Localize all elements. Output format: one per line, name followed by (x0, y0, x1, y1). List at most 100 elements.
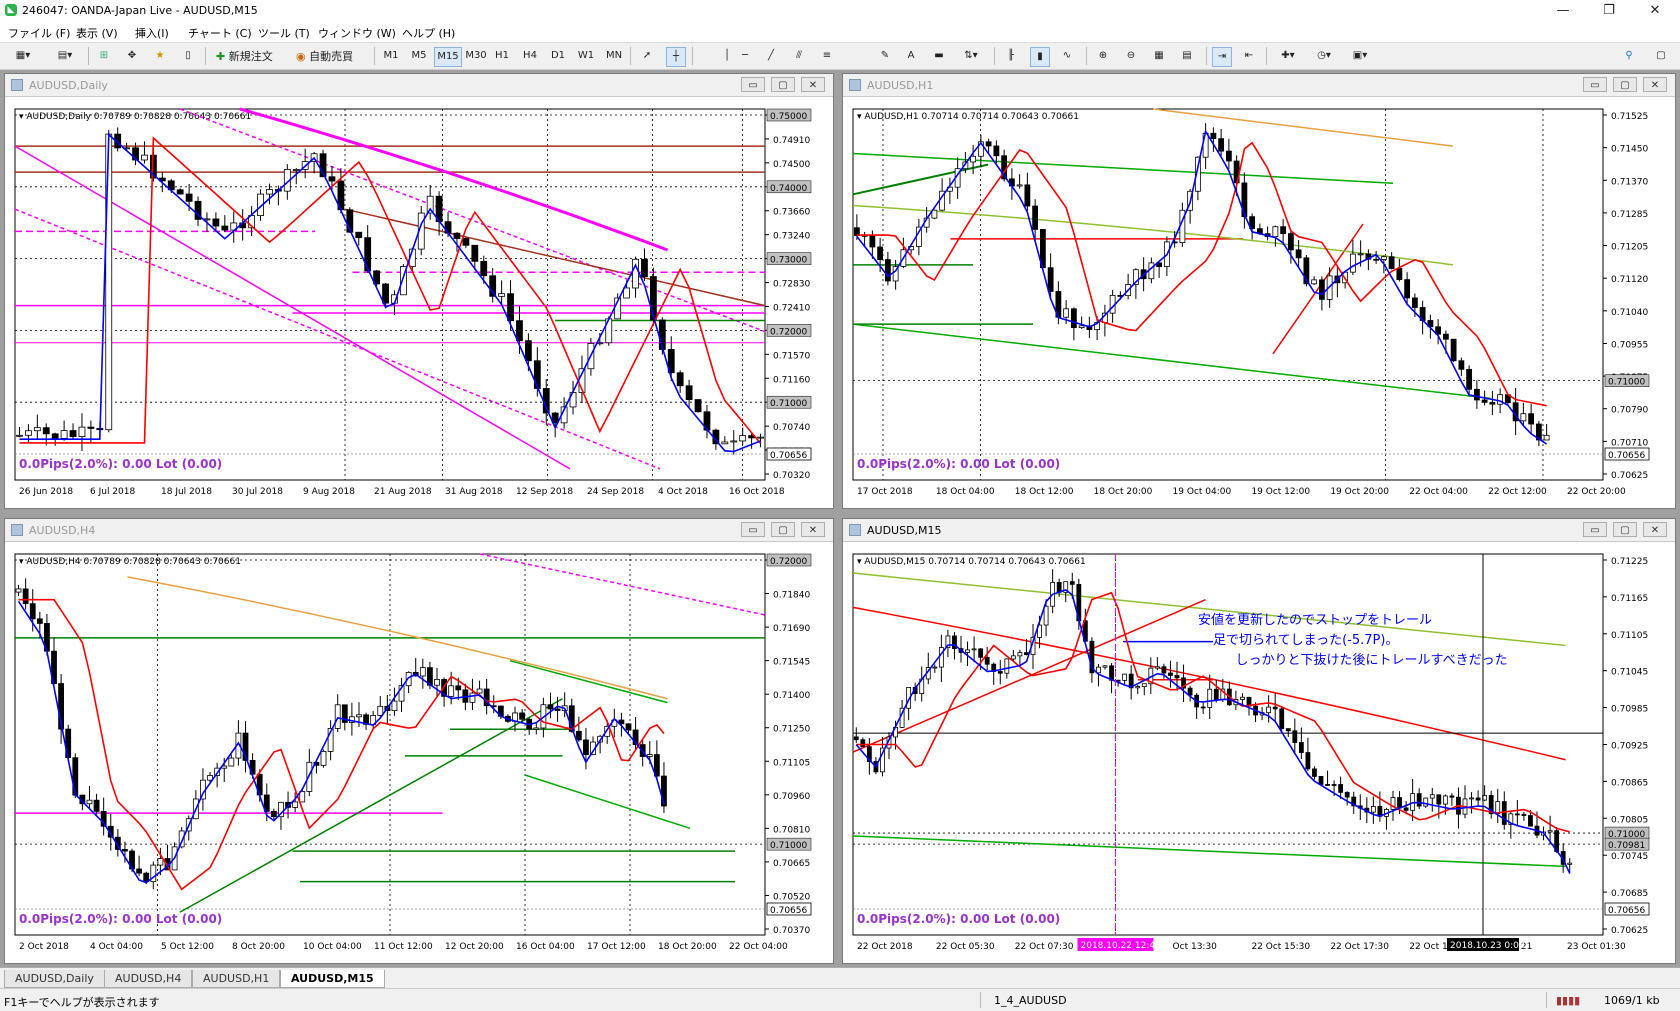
market-watch-icon[interactable]: ⊞ (94, 47, 114, 65)
price-label: 0.73240 (773, 232, 810, 242)
text-icon[interactable]: A (902, 47, 920, 65)
chart-maximize-button[interactable]: ▢ (1613, 522, 1637, 537)
autoscroll-icon[interactable]: ⇥ (1212, 47, 1232, 67)
tab-daily[interactable]: AUDUSD,Daily (4, 970, 105, 988)
chart-close-button[interactable]: ✕ (1643, 522, 1667, 537)
zoom-in-icon[interactable]: ⊕ (1094, 47, 1112, 65)
chart-maximize-button[interactable]: ▢ (771, 522, 795, 537)
tf-m30[interactable]: M30 (464, 47, 488, 65)
auto-trade-button[interactable]: ◉ 自動売買 (292, 47, 357, 67)
close-button[interactable]: ✕ (1640, 2, 1670, 20)
price-label: 0.70370 (773, 926, 810, 936)
profiles-icon[interactable]: ▤▾ (48, 47, 82, 65)
chart-minimize-button[interactable]: ▭ (741, 522, 765, 537)
candle-body (1063, 308, 1070, 318)
grid-icon[interactable]: ▤ (1178, 47, 1196, 65)
tf-d1[interactable]: D1 (548, 47, 568, 65)
line-chart-icon[interactable]: ∿ (1058, 47, 1076, 65)
chart-minimize-button[interactable]: ▭ (1583, 77, 1607, 92)
time-label: 22 Oct 15:30 (1251, 942, 1310, 952)
indicators-icon[interactable]: ✚▾ (1274, 47, 1302, 65)
time-label: 9 Aug 2018 (303, 487, 355, 497)
tab-m15[interactable]: AUDUSD,M15 (280, 970, 385, 988)
vertical-line-icon[interactable]: │ (718, 47, 736, 65)
chart-canvas[interactable]: 0.75000 0.74910 0.74500 0.74000 0.73660 0.732… (5, 97, 833, 508)
cursor-icon[interactable]: ➚ (638, 47, 656, 65)
label-icon[interactable]: ▬ (930, 47, 948, 65)
candle-body (364, 237, 372, 272)
chart-window-daily[interactable]: AUDUSD,Daily ▭ ▢ ✕ 0.75000 0.74910 0.74500… (4, 73, 834, 509)
tf-mn[interactable]: MN (604, 47, 624, 65)
tf-m5[interactable]: M5 (408, 47, 430, 65)
candle-chart-icon[interactable]: ▮ (1030, 47, 1050, 67)
candle-body (1043, 605, 1049, 626)
periods-icon[interactable]: ◷▾ (1310, 47, 1338, 65)
menu-help[interactable]: ヘルプ (H) (402, 25, 455, 41)
zoom-out-icon[interactable]: ⊖ (1122, 47, 1140, 65)
chart-minimize-button[interactable]: ▭ (741, 77, 765, 92)
candle-body (1442, 333, 1449, 340)
bar-chart-icon[interactable]: ╟ (1002, 47, 1020, 65)
menu-tools[interactable]: ツール (T) (258, 25, 310, 41)
chart-close-button[interactable]: ✕ (801, 77, 825, 92)
channel-icon[interactable]: ⫻ (790, 47, 808, 65)
tf-m15[interactable]: M15 (434, 47, 462, 67)
templates-icon[interactable]: ▣▾ (1346, 47, 1374, 65)
pencil-icon[interactable]: ✎ (876, 47, 894, 65)
tab-h4[interactable]: AUDUSD,H4 (104, 970, 193, 988)
chart-canvas[interactable]: 0.71225 0.71165 0.71105 0.71045 0.70985 0.709… (843, 542, 1675, 963)
menu-insert[interactable]: 挿入(I) (135, 25, 169, 41)
candle-body (685, 385, 693, 400)
terminal-icon[interactable]: ▯ (178, 47, 198, 65)
tf-h4[interactable]: H4 (520, 47, 540, 65)
menu-view[interactable]: 表示 (V) (76, 25, 118, 41)
chat-icon[interactable]: ▢ (1652, 47, 1670, 65)
candle-body (993, 145, 1000, 157)
time-label: 23 Oct 01:30 (1567, 942, 1626, 952)
crosshair-icon[interactable]: ┼ (666, 47, 686, 67)
horizontal-line-icon[interactable]: ─ (736, 47, 754, 65)
menu-chart[interactable]: チャート (C) (188, 25, 252, 41)
tf-m1[interactable]: M1 (380, 47, 402, 65)
chart-close-button[interactable]: ✕ (801, 522, 825, 537)
trendline-icon[interactable]: ╱ (762, 47, 780, 65)
chart-canvas[interactable]: 0.71525 0.71450 0.71370 0.71285 0.71205 0.711… (843, 97, 1675, 508)
minimize-button[interactable]: — (1548, 2, 1578, 20)
chart-window-m15[interactable]: AUDUSD,M15 ▭ ▢ ✕ 0.71225 0.71165 0.71105 0.… (842, 518, 1676, 964)
new-chart-icon[interactable]: ▦▾ (6, 47, 40, 65)
tile-icon[interactable]: ▦ (1150, 47, 1168, 65)
maximize-button[interactable]: ❐ (1594, 2, 1624, 20)
favorites-icon[interactable]: ★ (150, 47, 170, 65)
candle-body (1514, 813, 1520, 816)
tab-h1[interactable]: AUDUSD,H1 (192, 970, 281, 988)
chart-window-h4[interactable]: AUDUSD,H4 ▭ ▢ ✕ 0.720000.718400.716900.7… (4, 518, 834, 964)
price-tag-label: 0.71000 (770, 399, 807, 409)
new-order-button[interactable]: ✚ 新規注文 (212, 47, 277, 67)
candle-body (24, 430, 32, 436)
menu-file[interactable]: ファイル (F) (8, 25, 70, 41)
navigator-icon[interactable]: ✥ (122, 47, 142, 65)
chart-window-h1[interactable]: AUDUSD,H1 ▭ ▢ ✕ 0.71525 0.71450 0.71370 0.7… (842, 73, 1676, 509)
candle-body (1148, 262, 1155, 280)
search-icon[interactable]: ⚲ (1620, 47, 1638, 65)
chart-close-button[interactable]: ✕ (1643, 77, 1667, 92)
time-label: 21 Aug 2018 (374, 487, 432, 497)
candle-body (1473, 388, 1480, 401)
candle-body (1416, 793, 1422, 807)
chart-header: ▾ AUDUSD,H4 0.70789 0.70828 0.70643 0.70… (19, 557, 241, 567)
chart-minimize-button[interactable]: ▭ (1583, 522, 1607, 537)
arrows-icon[interactable]: ⇅▾ (958, 47, 984, 65)
time-label: 17 Oct 12:00 (587, 942, 646, 952)
marker-label-right: 2018.10.23 0:00 (1450, 941, 1525, 951)
price-label: 0.70955 (1611, 340, 1648, 350)
tf-w1[interactable]: W1 (576, 47, 596, 65)
price-label: 0.71250 (773, 725, 810, 735)
tf-h1[interactable]: H1 (492, 47, 512, 65)
fibo-icon[interactable]: ≡ (818, 47, 836, 65)
chart-maximize-button[interactable]: ▢ (771, 77, 795, 92)
chart-canvas[interactable]: 0.72000 0.71840 0.71690 0.71545 0.71400 0.712… (5, 542, 833, 963)
menu-window[interactable]: ウィンドウ (W) (318, 25, 396, 41)
chart-maximize-button[interactable]: ▢ (1613, 77, 1637, 92)
candle-body (434, 679, 440, 686)
chart-shift-icon[interactable]: ⇤ (1240, 47, 1258, 65)
